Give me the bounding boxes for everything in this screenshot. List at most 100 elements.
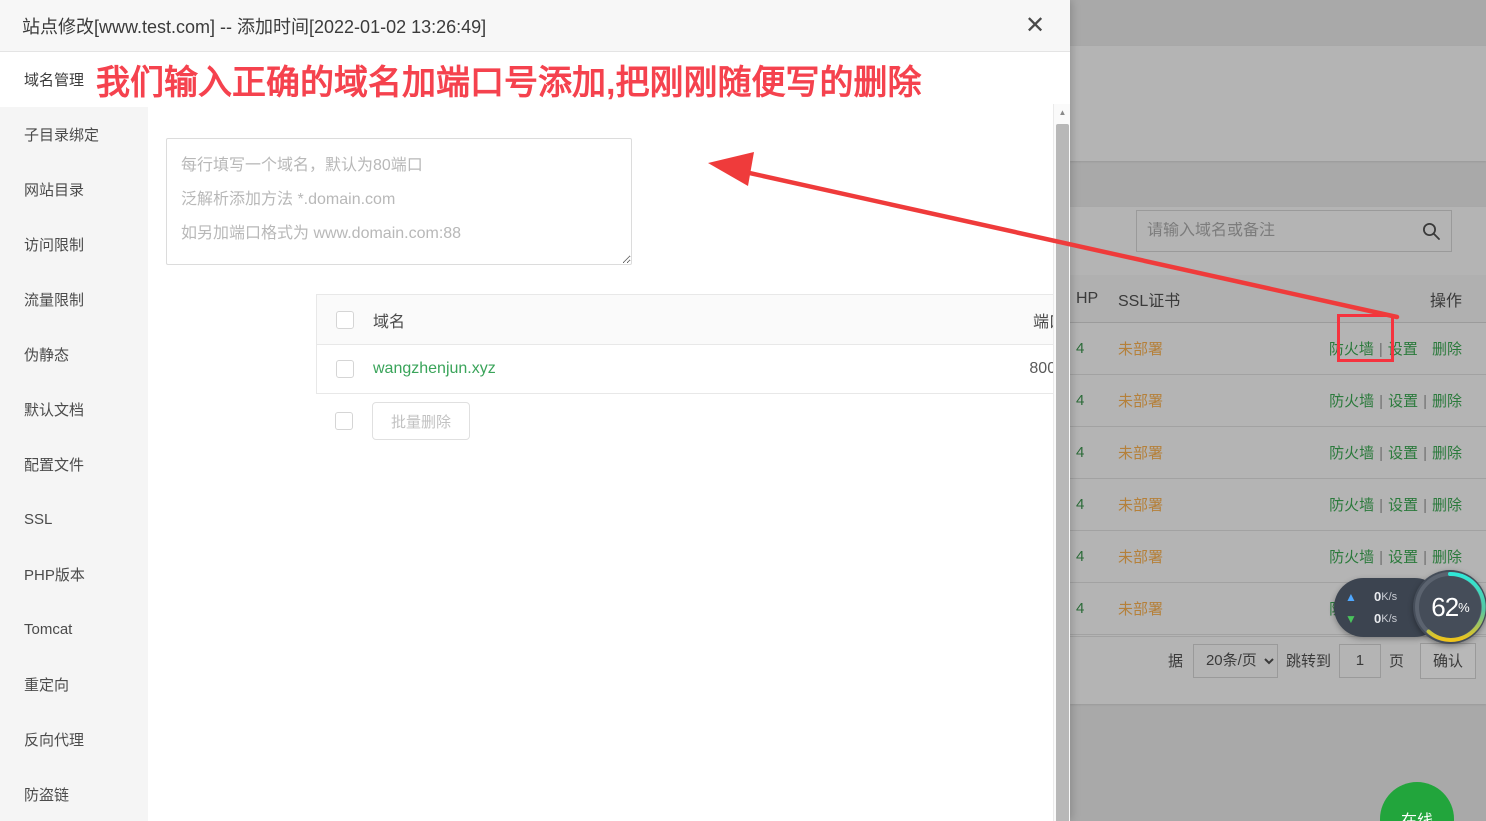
settings-link[interactable]: 设置 xyxy=(1388,445,1418,462)
cell-php: 4 xyxy=(1076,548,1085,565)
sidebar-item-reverse-proxy[interactable]: 反向代理 xyxy=(0,712,148,767)
cell-ssl-status: 未部署 xyxy=(1118,341,1164,358)
sidebar-item-label: 默认文档 xyxy=(24,402,85,419)
sidebar-item-label: 网站目录 xyxy=(24,182,85,199)
modal-title: 站点修改[www.test.com] -- 添加时间[2022-01-02 13… xyxy=(22,16,487,37)
sidebar-item-traffic-limit[interactable]: 流量限制 xyxy=(0,272,148,327)
sidebar-item-label: 伪静态 xyxy=(24,347,70,364)
upload-speed-value: 0 xyxy=(1374,589,1382,604)
cell-ssl-status: 未部署 xyxy=(1118,601,1164,618)
action-separator: | xyxy=(1379,393,1384,410)
table-row: wangzhenjun.xyz 8008 不可操作 xyxy=(317,345,1070,393)
delete-link[interactable]: 删除 xyxy=(1432,497,1462,514)
firewall-link[interactable]: 防火墙 xyxy=(1329,341,1374,358)
sidebar-item-label: SSL xyxy=(24,511,53,528)
firewall-link[interactable]: 防火墙 xyxy=(1329,445,1374,462)
action-separator: | xyxy=(1378,341,1383,358)
sidebar-item-label: 重定向 xyxy=(24,677,70,694)
cell-ssl-status: 未部署 xyxy=(1118,549,1164,566)
delete-link[interactable]: 删除 xyxy=(1432,549,1462,566)
settings-link[interactable]: 设置 xyxy=(1388,341,1418,358)
action-separator: | xyxy=(1423,393,1427,410)
firewall-link[interactable]: 防火墙 xyxy=(1329,497,1374,514)
confirm-button[interactable]: 确认 xyxy=(1419,642,1476,679)
table-row: 4 未部署 防火墙 | 设置 删除 xyxy=(1070,323,1486,375)
download-speed-unit: K/s xyxy=(1381,612,1398,625)
scroll-up-arrow-icon[interactable]: ▲ xyxy=(1054,104,1070,121)
modal-header: 站点修改[www.test.com] -- 添加时间[2022-01-02 13… xyxy=(0,0,1070,52)
sidebar-item-config-file[interactable]: 配置文件 xyxy=(0,437,148,492)
cell-php: 4 xyxy=(1076,340,1085,357)
online-chat-label: 在线 xyxy=(1401,807,1433,821)
settings-link[interactable]: 设置 xyxy=(1388,393,1418,410)
cell-ssl-status: 未部署 xyxy=(1118,497,1164,514)
sidebar-item-label: 反向代理 xyxy=(24,732,85,749)
cell-port: 8008 xyxy=(1029,360,1065,377)
settings-link[interactable]: 设置 xyxy=(1388,497,1418,514)
modal-body: 域名管理 子目录绑定 网站目录 访问限制 流量限制 伪静态 默认文档 配置文件 xyxy=(0,52,1070,821)
sidebar-item-access-restriction[interactable]: 访问限制 xyxy=(0,217,148,272)
background-card-top xyxy=(1070,46,1486,161)
upload-arrow-icon: ▲ xyxy=(1345,589,1357,604)
cell-actions: 防火墙|设置|删除 xyxy=(1250,546,1486,567)
search-input[interactable] xyxy=(1147,222,1421,240)
sidebar-item-default-document[interactable]: 默认文档 xyxy=(0,382,148,437)
sidebar-item-website-directory[interactable]: 网站目录 xyxy=(0,162,148,217)
batch-delete-button[interactable]: 批量删除 xyxy=(372,402,471,440)
sidebar-item-redirect[interactable]: 重定向 xyxy=(0,657,148,712)
select-all-checkbox[interactable] xyxy=(336,310,354,329)
page-size-select[interactable]: 20条/页 xyxy=(1192,643,1278,678)
modal-content: 添加 域名 端口 操作 wangzhenjun.xyz xyxy=(148,52,1070,821)
sidebar-item-label: 访问限制 xyxy=(24,237,85,254)
sidebar-item-anti-leech[interactable]: 防盗链 xyxy=(0,767,148,821)
delete-link[interactable]: 删除 xyxy=(1432,341,1462,358)
sidebar-item-label: Tomcat xyxy=(24,621,73,638)
sidebar-item-label: PHP版本 xyxy=(24,567,85,584)
cell-php: 4 xyxy=(1076,600,1085,617)
cell-domain: wangzhenjun.xyz xyxy=(373,360,945,378)
table-row: 4 未部署 防火墙|设置|删除 xyxy=(1070,479,1486,531)
batch-select-checkbox[interactable] xyxy=(335,412,353,430)
column-header-action: 操作 xyxy=(1429,292,1462,310)
action-separator: | xyxy=(1423,549,1427,566)
row-checkbox[interactable] xyxy=(336,360,354,378)
sidebar-item-label: 子目录绑定 xyxy=(24,127,100,144)
page-unit-label: 页 xyxy=(1388,653,1404,670)
cell-actions: 防火墙 | 设置 删除 xyxy=(1250,338,1486,359)
sidebar-item-php-version[interactable]: PHP版本 xyxy=(0,547,148,602)
scrollbar-thumb[interactable] xyxy=(1056,124,1069,821)
firewall-link[interactable]: 防火墙 xyxy=(1329,393,1374,410)
cell-actions: 防火墙|设置|删除 xyxy=(1250,390,1486,411)
sidebar-item-label: 防盗链 xyxy=(24,787,70,804)
action-separator: | xyxy=(1379,445,1384,462)
sidebar-item-subdirectory-binding[interactable]: 子目录绑定 xyxy=(0,107,148,162)
background-search-box[interactable] xyxy=(1136,210,1452,252)
sidebar-item-label: 配置文件 xyxy=(24,457,85,474)
table-row: 4 未部署 防火墙|设置|删除 xyxy=(1070,427,1486,479)
sidebar-item-domain-management[interactable]: 域名管理 xyxy=(0,52,148,107)
firewall-link[interactable]: 防火墙 xyxy=(1329,549,1374,566)
jump-to-label: 跳转到 xyxy=(1285,653,1331,670)
sidebar-item-ssl[interactable]: SSL xyxy=(0,492,148,547)
sidebar-item-label: 域名管理 xyxy=(24,72,85,89)
sidebar-item-tomcat[interactable]: Tomcat xyxy=(0,602,148,657)
close-icon[interactable]: ✕ xyxy=(1020,11,1050,41)
cell-php: 4 xyxy=(1076,444,1085,461)
page-number-input[interactable] xyxy=(1338,643,1381,678)
row-checkbox-cell xyxy=(317,360,373,378)
cell-php: 4 xyxy=(1076,392,1085,409)
cpu-usage-gauge[interactable]: 62% xyxy=(1413,570,1486,644)
search-icon[interactable] xyxy=(1421,221,1441,241)
table-header-row: 域名 端口 操作 xyxy=(317,295,1070,345)
domain-link[interactable]: wangzhenjun.xyz xyxy=(373,360,496,377)
site-edit-modal: 站点修改[www.test.com] -- 添加时间[2022-01-02 13… xyxy=(0,0,1070,821)
modal-scrollbar[interactable]: ▲ xyxy=(1053,104,1070,821)
delete-link[interactable]: 删除 xyxy=(1432,393,1462,410)
sidebar-item-rewrite[interactable]: 伪静态 xyxy=(0,327,148,382)
domain-input-textarea[interactable] xyxy=(166,138,632,265)
cell-php: 4 xyxy=(1076,496,1085,513)
settings-link[interactable]: 设置 xyxy=(1388,549,1418,566)
delete-link[interactable]: 删除 xyxy=(1432,445,1462,462)
sidebar-item-label: 流量限制 xyxy=(24,292,85,309)
table-row: 4 未部署 防火墙|设置|删除 xyxy=(1070,375,1486,427)
